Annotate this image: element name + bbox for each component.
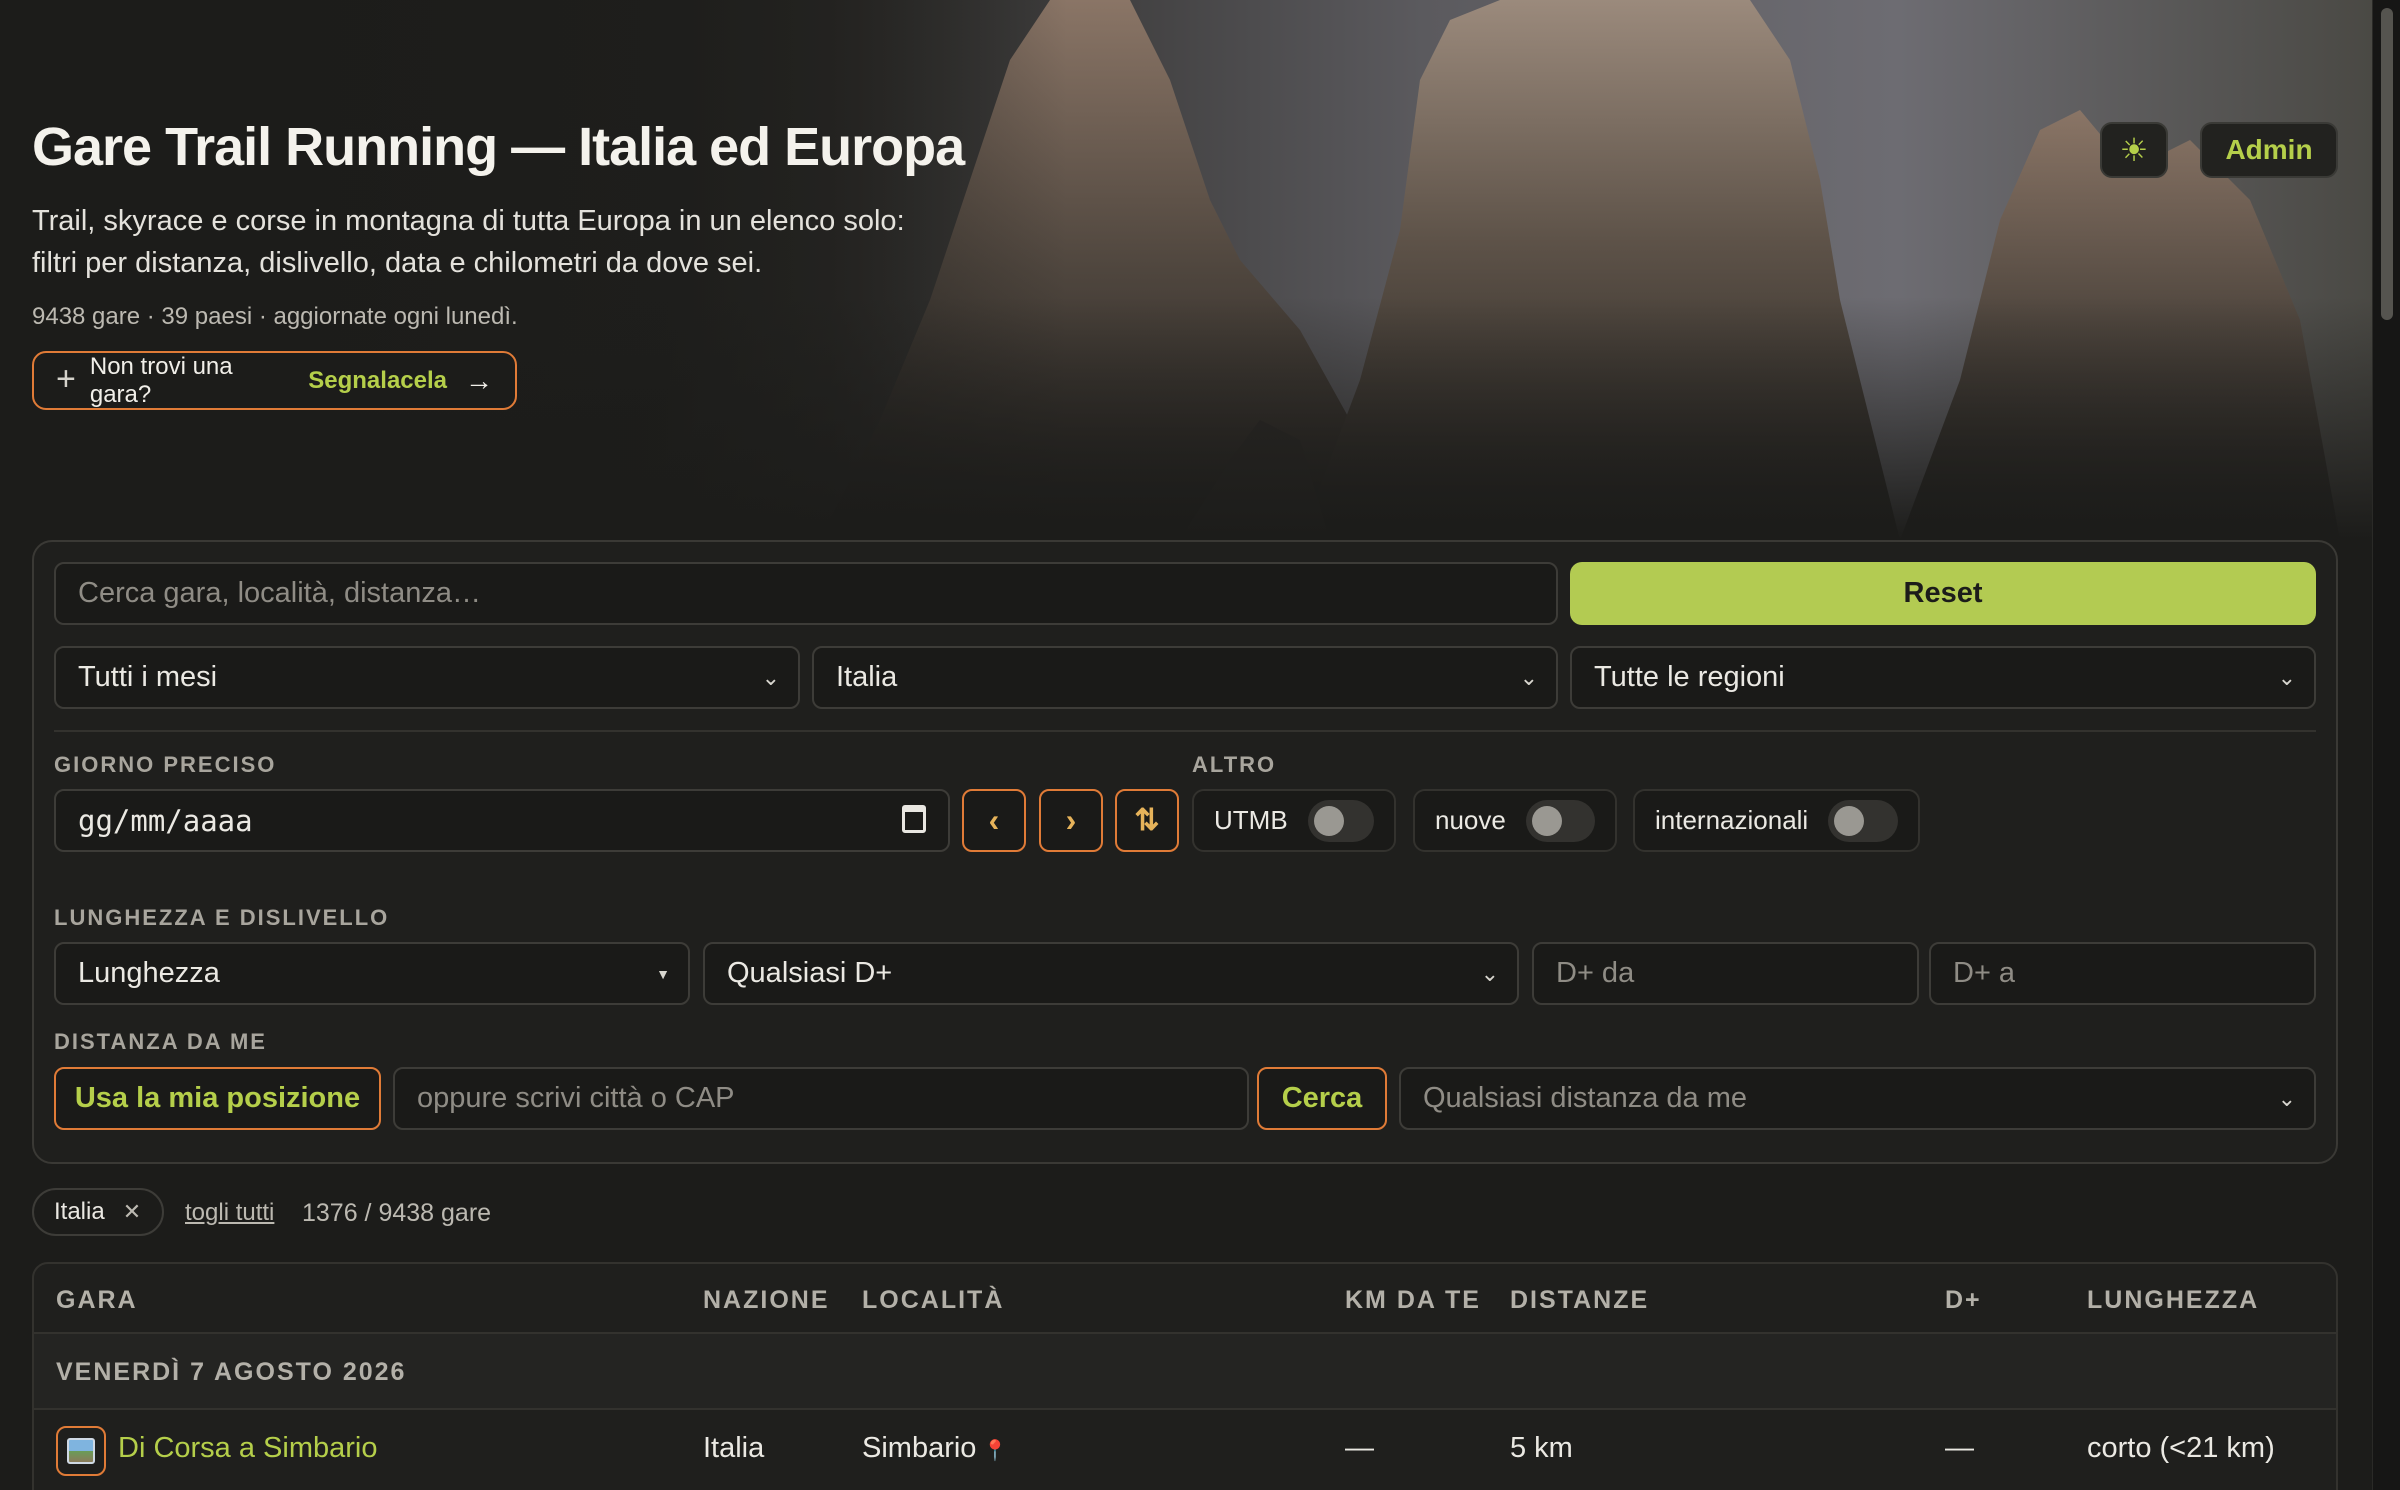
toggle-nuove-label: nuove xyxy=(1435,805,1506,835)
arrow-right-icon: → xyxy=(465,364,493,396)
prev-day-button[interactable]: ‹ xyxy=(962,789,1026,852)
city-input[interactable]: oppure scrivi città o CAP xyxy=(393,1067,1249,1130)
distance-section-label: DISTANZA DA ME xyxy=(54,1029,267,1054)
next-day-button[interactable]: › xyxy=(1039,789,1103,852)
calendar-icon[interactable] xyxy=(902,805,926,833)
distance-select-value: Qualsiasi distanza da me xyxy=(1423,1082,1747,1114)
plus-icon: + xyxy=(56,360,76,398)
sun-icon: ☀ xyxy=(2119,132,2149,168)
table-header: GARA NAZIONE LOCALITÀ KM DA TE DISTANZE … xyxy=(34,1264,2336,1334)
search-input[interactable]: Cerca gara, località, distanza… xyxy=(54,562,1558,625)
theme-toggle-button[interactable]: ☀ xyxy=(2100,122,2168,178)
length-select[interactable]: Lunghezza ▼ xyxy=(54,942,690,1005)
stats-meta: 9438 gare · 39 paesi · aggiornate ogni l… xyxy=(32,303,518,330)
suggest-link: Segnalacela xyxy=(308,366,447,394)
elevation-select[interactable]: Qualsiasi D+ ⌄ xyxy=(703,942,1519,1005)
month-select-value: Tutti i mesi xyxy=(78,661,218,693)
chevron-down-icon: ⌄ xyxy=(2277,1085,2296,1111)
race-km-from-you: — xyxy=(1345,1432,1374,1464)
page: Gare Trail Running — Italia ed Europa Tr… xyxy=(0,0,2400,1490)
page-subtitle: Trail, skyrace e corse in montagna di tu… xyxy=(32,200,932,284)
subtitle-line-1: Trail, skyrace e corse in montagna di tu… xyxy=(32,205,905,237)
column-header-location[interactable]: LOCALITÀ xyxy=(862,1286,1004,1315)
length-section-label: LUNGHEZZA E DISLIVELLO xyxy=(54,905,390,930)
other-section-label: ALTRO xyxy=(1192,752,1277,777)
column-header-length[interactable]: LUNGHEZZA xyxy=(2087,1286,2259,1315)
country-select-value: Italia xyxy=(836,661,898,693)
race-location[interactable]: Simbario 📍 xyxy=(862,1432,1007,1465)
divider xyxy=(54,730,2316,732)
chevron-down-icon: ⌄ xyxy=(1480,960,1499,986)
toggle-utmb-switch[interactable] xyxy=(1307,799,1374,842)
column-header-elevation[interactable]: D+ xyxy=(1945,1286,1982,1315)
date-input[interactable]: gg/mm/aaaa xyxy=(54,789,950,852)
subtitle-line-2: filtri per distanza, dislivello, data e … xyxy=(32,247,763,279)
region-select[interactable]: Tutte le regioni ⌄ xyxy=(1570,646,2316,709)
race-elevation: — xyxy=(1945,1432,1974,1464)
search-city-button[interactable]: Cerca xyxy=(1257,1067,1387,1130)
toggle-nuove[interactable]: nuove xyxy=(1413,789,1617,852)
elevation-select-value: Qualsiasi D+ xyxy=(727,957,893,989)
races-table: GARA NAZIONE LOCALITÀ KM DA TE DISTANZE … xyxy=(32,1262,2338,1490)
chevron-down-icon: ⌄ xyxy=(2277,664,2296,690)
use-location-button[interactable]: Usa la mia posizione xyxy=(54,1067,381,1130)
column-header-race[interactable]: GARA xyxy=(56,1286,138,1315)
suggest-prefix: Non trovi una gara? xyxy=(89,352,233,408)
chip-label: Italia xyxy=(54,1198,105,1225)
clear-all-filters-link[interactable]: togli tutti xyxy=(185,1199,274,1227)
map-pin-icon[interactable]: 📍 xyxy=(982,1440,1007,1462)
month-select[interactable]: Tutti i mesi ⌄ xyxy=(54,646,800,709)
column-header-country[interactable]: NAZIONE xyxy=(703,1286,830,1315)
admin-button[interactable]: Admin xyxy=(2200,122,2338,178)
chevron-down-icon: ⌄ xyxy=(1519,664,1538,690)
toggle-utmb[interactable]: UTMB xyxy=(1192,789,1396,852)
column-header-distances[interactable]: DISTANZE xyxy=(1510,1286,1649,1315)
page-title: Gare Trail Running — Italia ed Europa xyxy=(32,117,965,177)
date-section-label: GIORNO PRECISO xyxy=(54,752,277,777)
race-distances: 5 km xyxy=(1510,1432,1573,1464)
toggle-internazionali-switch[interactable] xyxy=(1828,799,1898,842)
filter-chip-italia[interactable]: Italia ✕ xyxy=(32,1188,164,1236)
chevron-down-icon: ⌄ xyxy=(761,664,780,690)
race-country: Italia xyxy=(703,1432,765,1464)
elevation-to-input[interactable]: D+ a xyxy=(1929,942,2316,1005)
toggle-internazionali-label: internazionali xyxy=(1655,805,1809,835)
reset-button[interactable]: Reset xyxy=(1570,562,2316,625)
race-name-link[interactable]: Di Corsa a Simbario xyxy=(118,1432,377,1465)
swap-sort-button[interactable]: ⇅ xyxy=(1115,789,1179,852)
race-location-label: Simbario xyxy=(862,1432,977,1464)
triangle-down-icon: ▼ xyxy=(656,965,670,982)
date-group-label: VENERDÌ 7 AGOSTO 2026 xyxy=(56,1358,407,1386)
scrollbar-thumb[interactable] xyxy=(2381,8,2393,320)
region-select-value: Tutte le regioni xyxy=(1594,661,1785,693)
toggle-nuove-switch[interactable] xyxy=(1525,799,1595,842)
scrollbar[interactable] xyxy=(2372,0,2400,1490)
date-placeholder: gg/mm/aaaa xyxy=(78,803,253,838)
race-image-icon[interactable] xyxy=(56,1426,106,1476)
country-select[interactable]: Italia ⌄ xyxy=(812,646,1558,709)
toggle-internazionali[interactable]: internazionali xyxy=(1633,789,1920,852)
results-count: 1376 / 9438 gare xyxy=(302,1199,492,1227)
distance-select[interactable]: Qualsiasi distanza da me ⌄ xyxy=(1399,1067,2316,1130)
date-group-row: VENERDÌ 7 AGOSTO 2026 xyxy=(34,1334,2336,1410)
swap-icon: ⇅ xyxy=(1134,804,1160,837)
length-select-value: Lunghezza xyxy=(78,957,220,989)
table-row[interactable]: Di Corsa a Simbario Italia Simbario 📍 — 5… xyxy=(34,1410,2336,1490)
column-header-km-from-you[interactable]: KM DA TE xyxy=(1345,1286,1481,1315)
elevation-from-input[interactable]: D+ da xyxy=(1532,942,1919,1005)
hero-banner: Gare Trail Running — Italia ed Europa Tr… xyxy=(0,0,2372,540)
close-icon[interactable]: ✕ xyxy=(123,1199,141,1225)
race-length: corto (<21 km) xyxy=(2087,1432,2275,1464)
suggest-race-button[interactable]: + Non trovi una gara? Segnalacela → xyxy=(32,351,517,410)
toggle-utmb-label: UTMB xyxy=(1214,805,1288,835)
